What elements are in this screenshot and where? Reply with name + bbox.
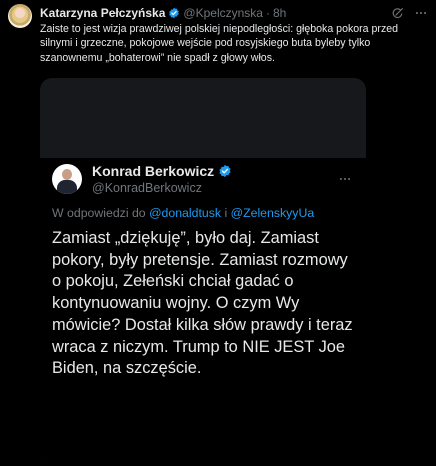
tweet-header: Katarzyna Pełczyńska @Kpelczynska · 8h bbox=[40, 5, 286, 21]
tweet-actions-top bbox=[391, 6, 428, 20]
author-name[interactable]: Katarzyna Pełczyńska bbox=[40, 6, 165, 20]
quoted-author-row: Konrad Berkowicz bbox=[92, 163, 232, 179]
verified-badge-icon bbox=[168, 7, 180, 19]
media-screenshot[interactable]: Konrad Berkowicz @KonradBerkowicz W odpo… bbox=[40, 78, 366, 462]
reply-joiner: i bbox=[221, 206, 231, 220]
quoted-text: Zamiast „dziękuję”, było daj. Zamiast po… bbox=[52, 229, 353, 378]
author-avatar[interactable] bbox=[8, 4, 32, 28]
separator-dot: · bbox=[265, 6, 270, 20]
more-icon bbox=[338, 172, 352, 191]
quoted-handle: @KonradBerkowicz bbox=[92, 181, 202, 195]
quoted-avatar bbox=[52, 164, 82, 194]
quoted-author-name: Konrad Berkowicz bbox=[92, 163, 215, 179]
more-icon[interactable] bbox=[414, 6, 428, 20]
grok-icon[interactable] bbox=[391, 7, 404, 20]
mention-link: @ZelenskyyUa bbox=[230, 206, 315, 220]
verified-badge-icon bbox=[218, 164, 232, 178]
reply-context: W odpowiedzi do @donaldtusk i @Zelenskyy… bbox=[52, 206, 314, 220]
mention-link: @donaldtusk bbox=[149, 206, 222, 220]
tweet-text: Zaiste to jest wizja prawdziwej polskiej… bbox=[40, 23, 399, 64]
quoted-post: Konrad Berkowicz @KonradBerkowicz W odpo… bbox=[40, 158, 366, 462]
timestamp[interactable]: 8h bbox=[273, 6, 286, 20]
tweet[interactable]: Katarzyna Pełczyńska @Kpelczynska · 8h Z… bbox=[0, 0, 436, 466]
reply-prefix: W odpowiedzi do bbox=[52, 206, 150, 220]
author-handle[interactable]: @Kpelczynska bbox=[183, 6, 263, 20]
